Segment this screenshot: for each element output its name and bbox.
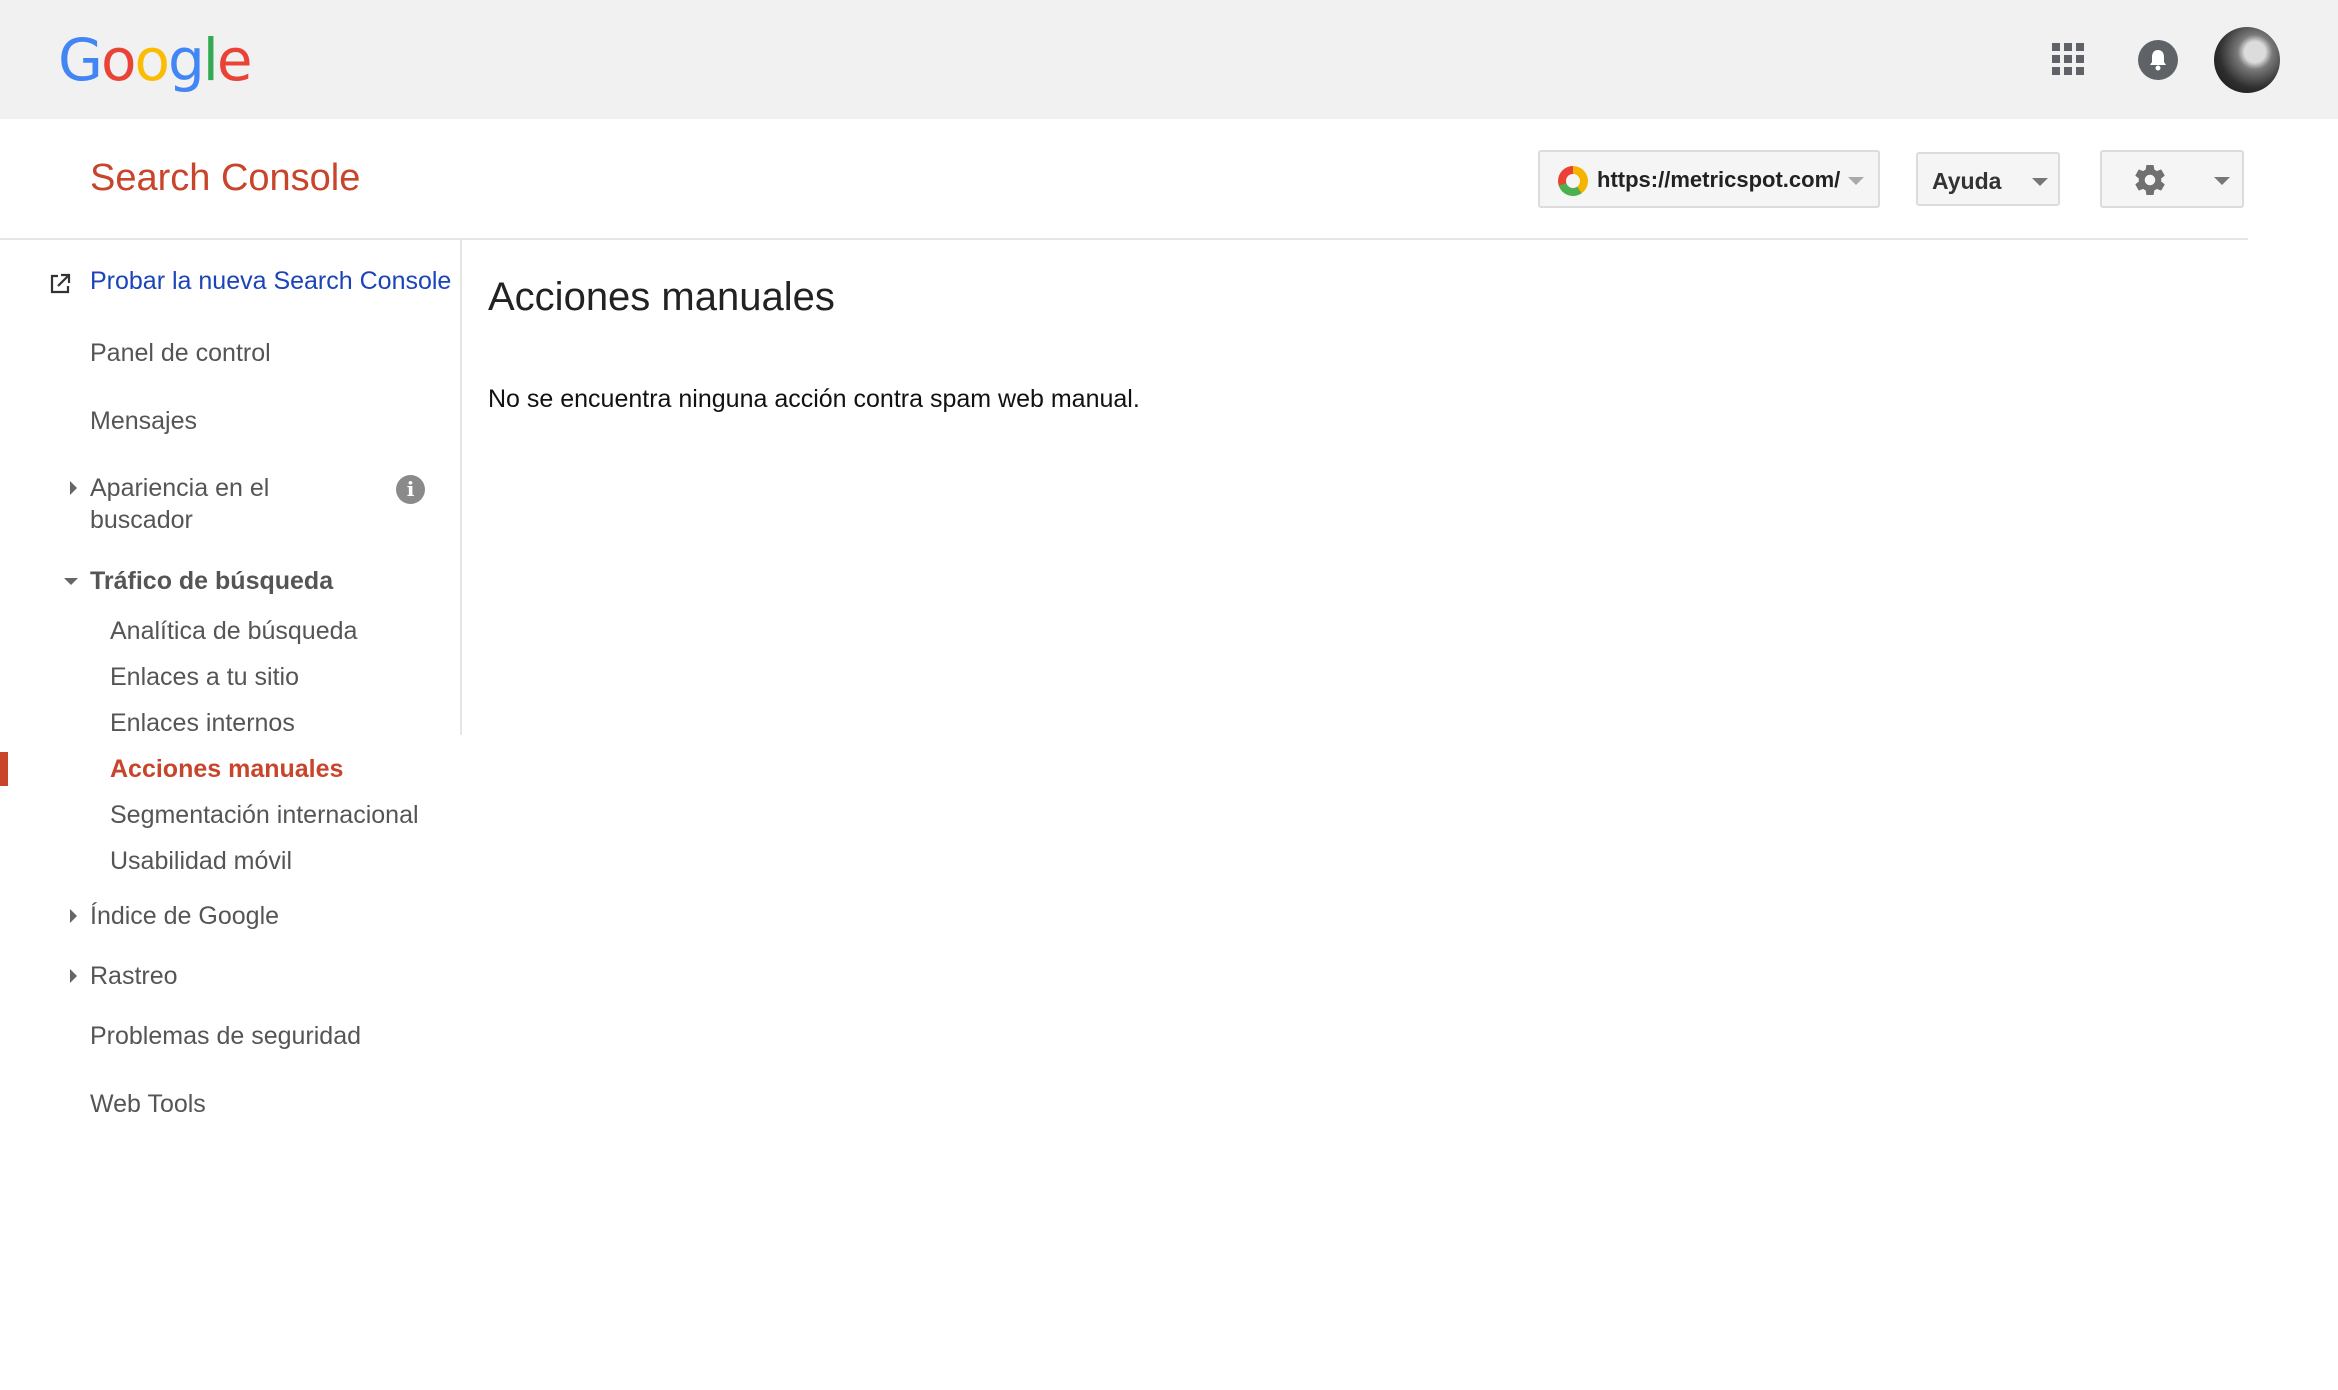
external-link-icon[interactable]	[49, 273, 71, 295]
sidebar-item-label: buscador	[90, 506, 193, 534]
sidebar-item-enlaces-internos[interactable]: Enlaces internos	[110, 707, 295, 739]
help-button[interactable]: Ayuda	[1916, 152, 2060, 206]
sidebar-item-new-search-console[interactable]: Probar la nueva Search Console	[90, 265, 451, 297]
sidebar-item-analitica-de-busqueda[interactable]: Analítica de búsqueda	[110, 615, 357, 647]
help-button-label: Ayuda	[1932, 168, 2002, 194]
active-item-marker	[0, 752, 8, 786]
product-title[interactable]: Search Console	[90, 154, 360, 202]
sidebar-item-rastreo[interactable]: Rastreo	[90, 960, 178, 992]
page-title: Acciones manuales	[488, 275, 835, 319]
bell-icon[interactable]	[2138, 40, 2178, 80]
google-topbar: Google	[0, 0, 2338, 119]
sidebar-item-segmentacion-internacional[interactable]: Segmentación internacional	[110, 799, 419, 831]
sidebar-item-apariencia[interactable]: Apariencia en el buscador	[90, 472, 269, 536]
sidebar-item-web-tools[interactable]: Web Tools	[90, 1088, 206, 1120]
avatar[interactable]	[2214, 27, 2280, 93]
sidebar-item-mensajes[interactable]: Mensajes	[90, 405, 197, 437]
site-favicon-icon	[1558, 166, 1588, 196]
sidebar-item-problemas-de-seguridad[interactable]: Problemas de seguridad	[90, 1020, 361, 1052]
sidebar-item-enlaces-a-tu-sitio[interactable]: Enlaces a tu sitio	[110, 661, 299, 693]
settings-button[interactable]	[2100, 150, 2244, 208]
chevron-down-icon	[2214, 177, 2230, 185]
chevron-right-icon[interactable]	[70, 969, 77, 983]
sidebar-item-acciones-manuales[interactable]: Acciones manuales	[110, 753, 343, 785]
chevron-right-icon[interactable]	[70, 481, 77, 495]
apps-grid-icon[interactable]	[2052, 43, 2084, 75]
chevron-down-icon[interactable]	[64, 578, 78, 585]
empty-state-message: No se encuentra ninguna acción contra sp…	[488, 385, 1140, 413]
sidebar-item-label: Apariencia en el	[90, 474, 270, 502]
chevron-down-icon	[1848, 177, 1864, 185]
sidebar-item-usabilidad-movil[interactable]: Usabilidad móvil	[110, 845, 292, 877]
chevron-right-icon[interactable]	[70, 909, 77, 923]
sidebar-item-indice-de-google[interactable]: Índice de Google	[90, 900, 279, 932]
gear-icon	[2135, 165, 2165, 195]
site-selector-button[interactable]: https://metricspot.com/	[1538, 150, 1880, 208]
sidebar-item-trafico-de-busqueda[interactable]: Tráfico de búsqueda	[90, 565, 333, 597]
chevron-down-icon	[2032, 178, 2048, 186]
info-icon[interactable]: i	[396, 475, 425, 504]
site-selector-label: https://metricspot.com/	[1597, 167, 1841, 192]
sidebar-item-panel-de-control[interactable]: Panel de control	[90, 337, 271, 369]
google-logo[interactable]: Google	[58, 22, 253, 98]
